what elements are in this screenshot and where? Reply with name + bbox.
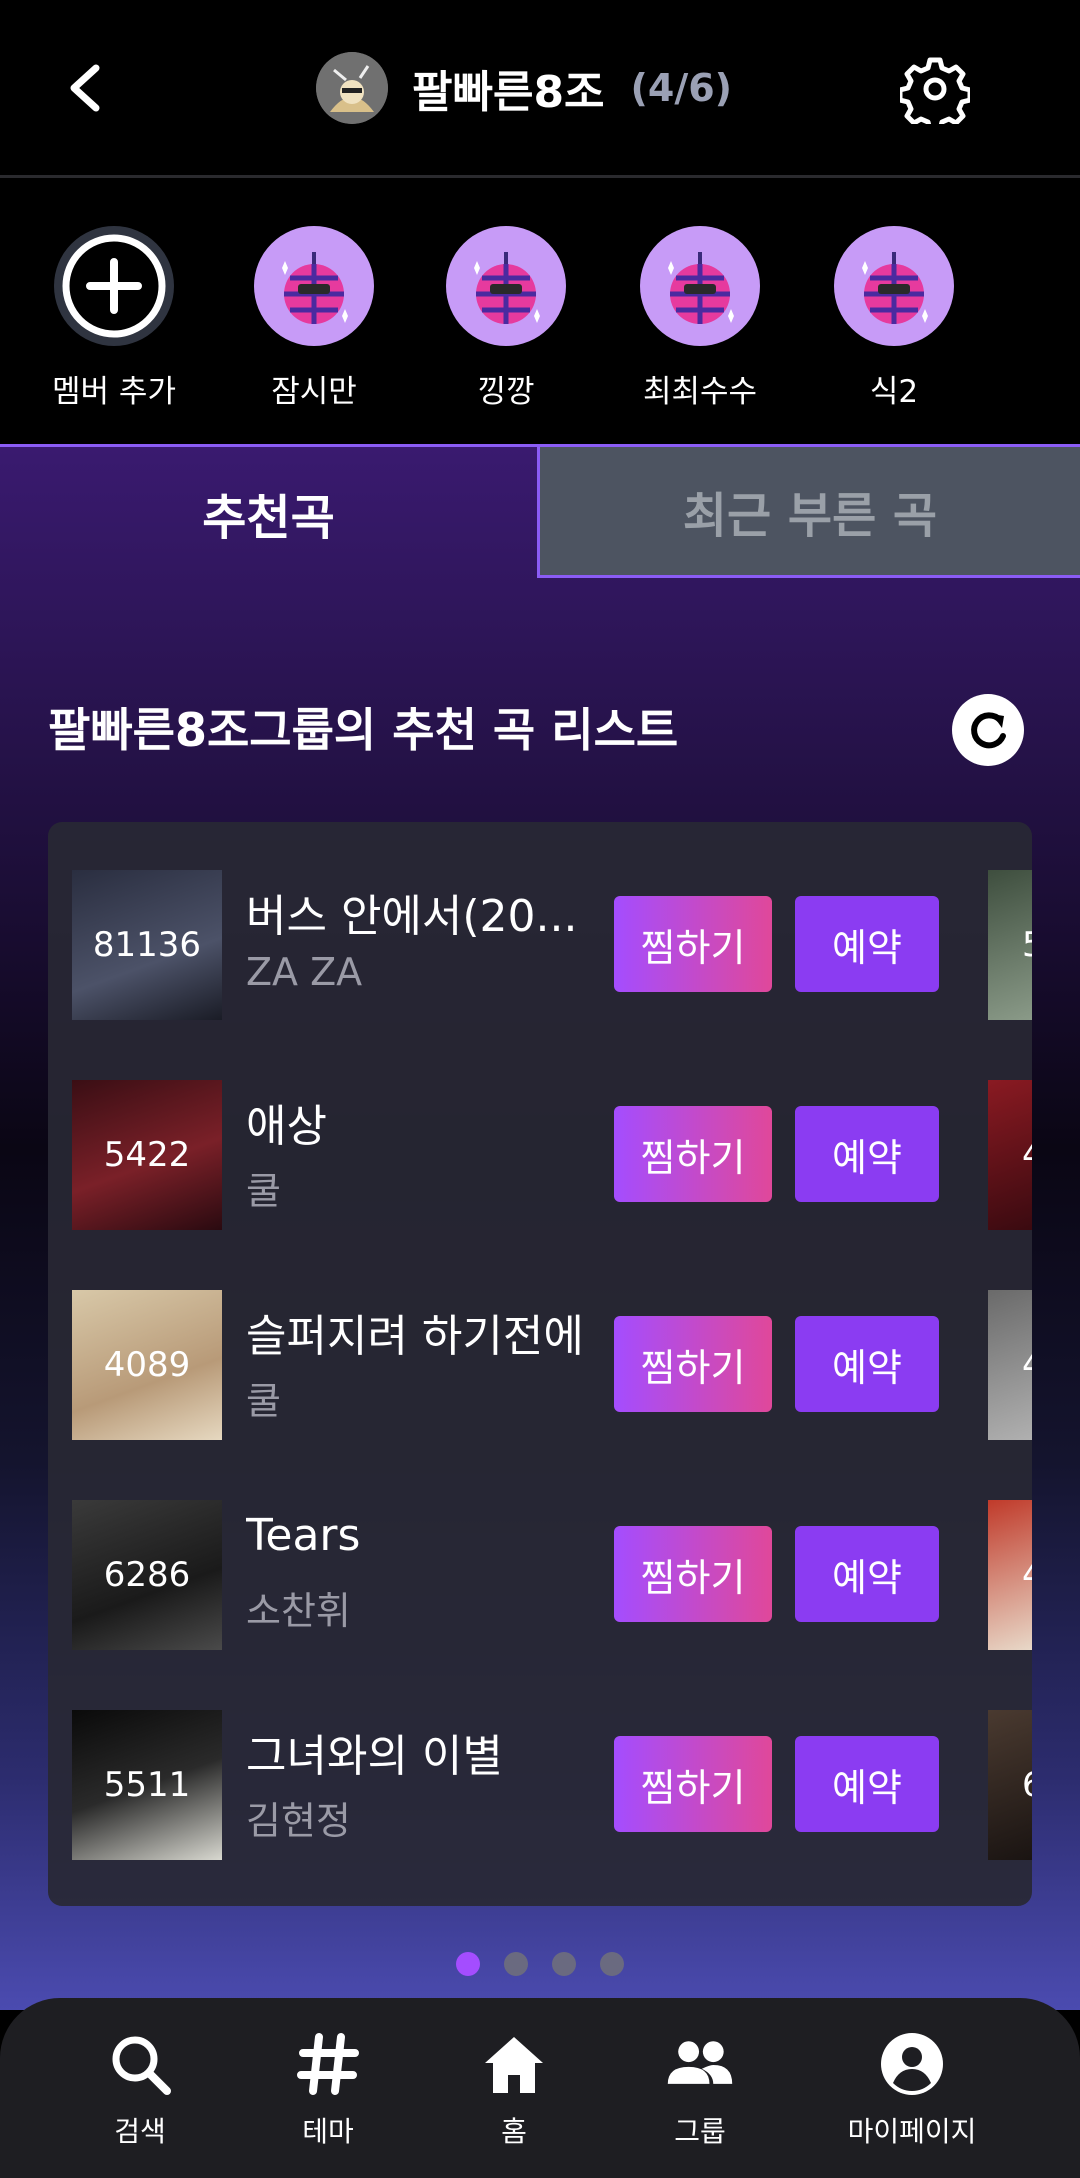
group-title: 팔빠른8조 (4/6) — [316, 52, 732, 124]
nav-label: 테마 — [302, 2115, 354, 2148]
song-title: 버스 안에서(20... — [246, 891, 578, 942]
like-button[interactable]: 찜하기 — [614, 1526, 772, 1622]
next-song-thumbnail: 6 — [988, 1710, 1032, 1860]
page-dot[interactable] — [552, 1952, 576, 1976]
song-number-thumbnail: 5422 — [72, 1080, 222, 1230]
tab-bar: 추천곡 최근 부른 곡 — [0, 444, 1080, 578]
page-dot[interactable] — [456, 1952, 480, 1976]
member-item[interactable]: 낑깡 — [416, 226, 596, 411]
reserve-button[interactable]: 예약 — [795, 1316, 939, 1412]
back-arrow-icon[interactable] — [62, 52, 110, 124]
member-label: 잠시만 — [271, 374, 357, 410]
people-icon — [664, 2028, 736, 2100]
reserve-button[interactable]: 예약 — [795, 1526, 939, 1622]
recommend-list-card: 81136 버스 안에서(20... ZA ZA 찜하기 예약 5 5422 애… — [48, 822, 1032, 1906]
nav-label: 홈 — [501, 2115, 527, 2148]
song-title: Tears — [246, 1510, 361, 1561]
tab-recommended[interactable]: 추천곡 — [0, 444, 537, 578]
reserve-button[interactable]: 예약 — [795, 1106, 939, 1202]
add-member-button[interactable]: 멤버 추가 — [24, 226, 204, 411]
next-song-thumbnail: 4 — [988, 1080, 1032, 1230]
like-button[interactable]: 찜하기 — [614, 1316, 772, 1412]
tab-recent[interactable]: 최근 부른 곡 — [537, 444, 1080, 578]
refresh-icon[interactable] — [952, 694, 1024, 766]
song-number-thumbnail: 81136 — [72, 870, 222, 1020]
nav-label: 그룹 — [674, 2115, 726, 2148]
member-label: 낑깡 — [477, 374, 535, 410]
search-icon — [104, 2028, 176, 2100]
song-artist: 김현정 — [246, 1799, 351, 1843]
bottom-navigation: 검색 테마 홈 그룹 마이페이지 — [0, 1998, 1080, 2178]
group-member-count: (4/6) — [630, 66, 733, 110]
member-label: 식2 — [869, 374, 919, 410]
group-avatar — [316, 52, 388, 124]
song-row: 6286 Tears 소찬휘 찜하기 예약 4 — [48, 1500, 1032, 1650]
page-dot[interactable] — [600, 1952, 624, 1976]
song-number-thumbnail: 6286 — [72, 1500, 222, 1650]
plus-circle-icon — [54, 226, 174, 346]
member-label: 최최수수 — [642, 374, 758, 410]
disco-ball-avatar-icon — [446, 226, 566, 346]
disco-ball-avatar-icon — [834, 226, 954, 346]
song-artist: 소찬휘 — [246, 1589, 351, 1633]
next-song-thumbnail: 4 — [988, 1500, 1032, 1650]
group-name: 팔빠른8조 — [412, 67, 605, 118]
disco-ball-avatar-icon — [254, 226, 374, 346]
like-button[interactable]: 찜하기 — [614, 1736, 772, 1832]
song-row: 4089 슬퍼지려 하기전에 쿨 찜하기 예약 4 — [48, 1290, 1032, 1440]
next-song-thumbnail: 4 — [988, 1290, 1032, 1440]
page-indicator — [456, 1952, 624, 1976]
nav-mypage[interactable]: 마이페이지 — [822, 2028, 1002, 2150]
song-title: 슬퍼지려 하기전에 — [246, 1311, 584, 1362]
member-item[interactable]: 최최수수 — [610, 226, 790, 411]
like-button[interactable]: 찜하기 — [614, 1106, 772, 1202]
nav-theme[interactable]: 테마 — [238, 2028, 418, 2150]
song-artist: ZA ZA — [246, 950, 363, 994]
next-song-thumbnail: 5 — [988, 870, 1032, 1020]
user-circle-icon — [876, 2028, 948, 2100]
song-artist: 쿨 — [246, 1379, 281, 1423]
song-number-thumbnail: 4089 — [72, 1290, 222, 1440]
section-title: 팔빠른8조그룹의 추천 곡 리스트 — [48, 703, 679, 757]
hashtag-icon — [292, 2028, 364, 2100]
member-item[interactable]: 잠시만 — [224, 226, 404, 411]
gear-icon[interactable] — [897, 54, 973, 133]
page-dot[interactable] — [504, 1952, 528, 1976]
member-label: 멤버 추가 — [52, 374, 176, 410]
nav-label: 검색 — [114, 2115, 166, 2148]
member-item[interactable]: 식2 — [804, 226, 984, 411]
main-content: 추천곡 최근 부른 곡 팔빠른8조그룹의 추천 곡 리스트 81136 버스 안… — [0, 444, 1080, 2010]
song-row: 5422 애상 쿨 찜하기 예약 4 — [48, 1080, 1032, 1230]
nav-group[interactable]: 그룹 — [610, 2028, 790, 2150]
song-title: 그녀와의 이별 — [246, 1731, 503, 1782]
nav-home[interactable]: 홈 — [424, 2028, 604, 2150]
song-row: 81136 버스 안에서(20... ZA ZA 찜하기 예약 5 — [48, 870, 1032, 1020]
top-bar: 팔빠른8조 (4/6) — [0, 0, 1080, 178]
song-number-thumbnail: 5511 — [72, 1710, 222, 1860]
home-icon — [478, 2028, 550, 2100]
nav-search[interactable]: 검색 — [50, 2028, 230, 2150]
like-button[interactable]: 찜하기 — [614, 896, 772, 992]
nav-label: 마이페이지 — [847, 2115, 977, 2148]
song-row: 5511 그녀와의 이별 김현정 찜하기 예약 6 — [48, 1710, 1032, 1860]
reserve-button[interactable]: 예약 — [795, 1736, 939, 1832]
reserve-button[interactable]: 예약 — [795, 896, 939, 992]
member-list: 멤버 추가 잠시만 낑깡 최최수수 식2 — [0, 178, 1080, 444]
disco-ball-avatar-icon — [640, 226, 760, 346]
song-artist: 쿨 — [246, 1169, 281, 1213]
song-title: 애상 — [246, 1101, 327, 1152]
